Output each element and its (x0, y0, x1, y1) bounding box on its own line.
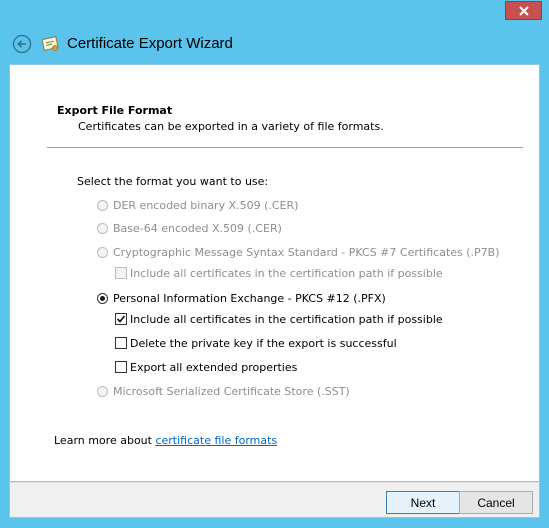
option-pfx-label: Personal Information Exchange - PKCS #12… (113, 291, 386, 305)
radio-pkcs7[interactable] (97, 246, 108, 258)
wizard-header: Certificate Export Wizard (0, 28, 549, 62)
option-base64[interactable]: Base-64 encoded X.509 (.CER) (97, 220, 282, 236)
checkbox-pfx-delete-key[interactable] (115, 337, 127, 349)
page-title: Export File Format (57, 104, 173, 117)
option-pkcs7-label: Cryptographic Message Syntax Standard - … (113, 245, 500, 259)
radio-sst[interactable] (97, 385, 108, 397)
radio-base64[interactable] (97, 222, 108, 234)
option-pfx-include-label: Include all certificates in the certific… (130, 312, 443, 326)
option-sst[interactable]: Microsoft Serialized Certificate Store (… (97, 383, 350, 399)
option-sst-label: Microsoft Serialized Certificate Store (… (113, 384, 350, 398)
wizard-content: Export File Format Certificates can be e… (9, 64, 540, 482)
option-der-label: DER encoded binary X.509 (.CER) (113, 198, 299, 212)
option-pkcs7-include-label: Include all certificates in the certific… (130, 266, 443, 280)
option-pfx-include[interactable]: Include all certificates in the certific… (115, 311, 443, 327)
learn-more: Learn more about certificate file format… (54, 434, 277, 447)
option-pfx-export-ext-label: Export all extended properties (130, 360, 298, 374)
format-prompt: Select the format you want to use: (77, 175, 269, 188)
header-divider (47, 147, 523, 148)
option-pfx[interactable]: Personal Information Exchange - PKCS #12… (97, 290, 386, 306)
checkmark-icon (116, 315, 126, 323)
checkbox-pfx-include[interactable] (115, 313, 127, 325)
option-base64-label: Base-64 encoded X.509 (.CER) (113, 221, 282, 235)
option-pkcs7[interactable]: Cryptographic Message Syntax Standard - … (97, 244, 500, 260)
close-icon (518, 5, 529, 16)
checkbox-pkcs7-include[interactable] (115, 267, 127, 279)
radio-pfx[interactable] (97, 292, 108, 304)
certificate-icon (42, 36, 59, 51)
back-arrow-icon[interactable] (12, 34, 32, 54)
wizard-footer: Next Cancel (9, 482, 540, 518)
page-description: Certificates can be exported in a variet… (78, 120, 384, 133)
certificate-formats-link[interactable]: certificate file formats (155, 434, 277, 447)
checkbox-pfx-export-ext[interactable] (115, 361, 127, 373)
close-button[interactable] (505, 1, 542, 20)
next-button[interactable]: Next (386, 491, 460, 514)
option-pfx-delete-key[interactable]: Delete the private key if the export is … (115, 335, 397, 351)
option-pfx-delete-key-label: Delete the private key if the export is … (130, 336, 397, 350)
option-pkcs7-include[interactable]: Include all certificates in the certific… (115, 265, 443, 281)
radio-der[interactable] (97, 199, 108, 211)
cancel-button[interactable]: Cancel (459, 491, 533, 514)
wizard-title: Certificate Export Wizard (67, 35, 233, 52)
option-der[interactable]: DER encoded binary X.509 (.CER) (97, 197, 298, 213)
wizard-window: Certificate Export Wizard Export File Fo… (0, 0, 549, 528)
option-pfx-export-ext[interactable]: Export all extended properties (115, 359, 297, 375)
learn-more-prefix: Learn more about (54, 434, 156, 447)
